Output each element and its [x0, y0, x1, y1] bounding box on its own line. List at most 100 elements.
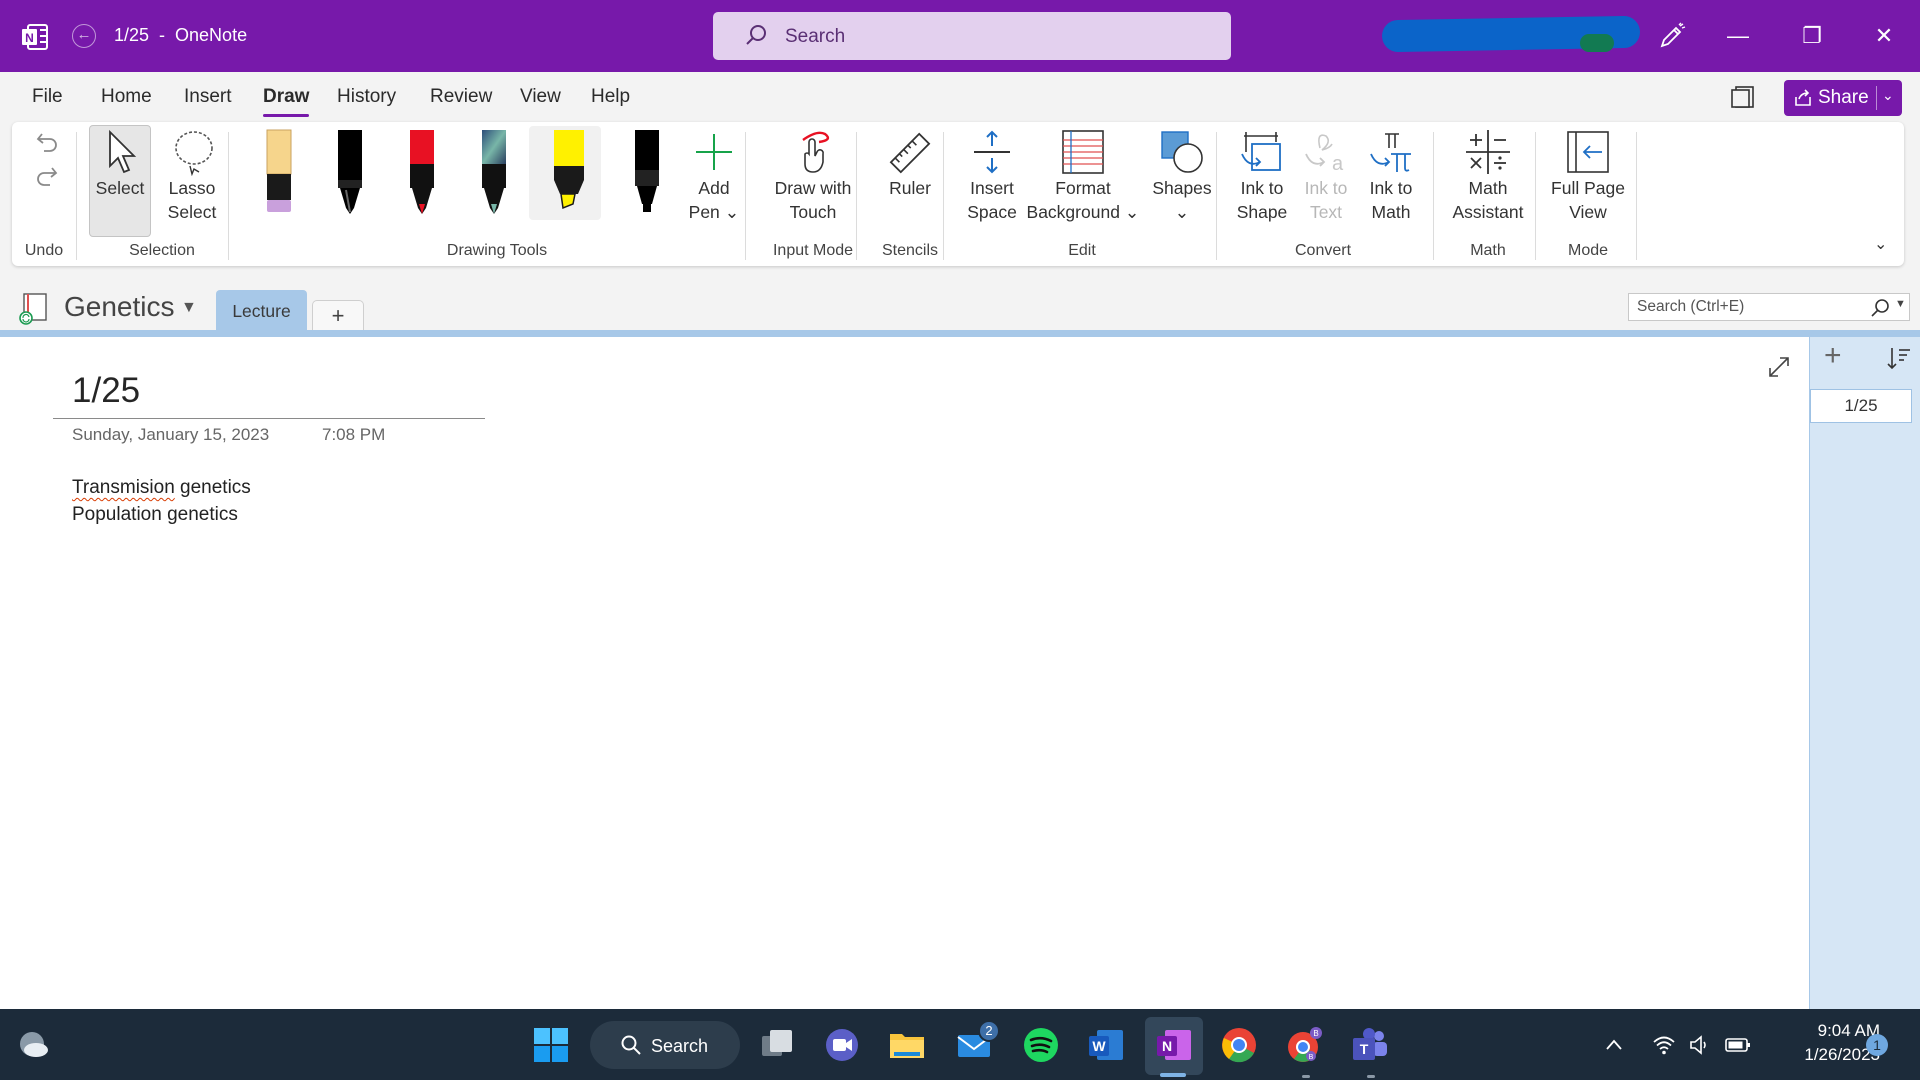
note-line-2[interactable]: Population genetics	[72, 504, 238, 526]
add-page-button[interactable]: +	[1824, 341, 1842, 371]
black-pen-icon[interactable]	[332, 128, 368, 218]
full-page-view-icon	[1567, 131, 1609, 173]
ribbon-divider	[76, 132, 77, 260]
ink-to-shape-label-line1: Ink to	[1240, 178, 1284, 198]
tab-home[interactable]: Home	[101, 86, 152, 108]
search-icon[interactable]	[1869, 297, 1891, 319]
format-background-button[interactable]: Format Background ⌄	[1024, 128, 1142, 224]
weather-widget-icon[interactable]	[14, 1026, 52, 1064]
notebook-name[interactable]: Genetics	[64, 291, 175, 323]
share-chevron-down-icon[interactable]: ⌄	[1882, 87, 1894, 104]
ink-to-math-button[interactable]: Ink to Math	[1357, 128, 1425, 224]
svg-text:W: W	[1092, 1038, 1106, 1054]
task-view-icon[interactable]	[758, 1026, 796, 1064]
group-label-mode: Mode	[1567, 242, 1609, 259]
select-label: Select	[95, 178, 145, 198]
clock-date[interactable]: 1/26/2023	[1770, 1045, 1880, 1065]
page-time: 7:08 PM	[322, 425, 386, 444]
pale-yellow-highlighter-icon[interactable]	[259, 128, 295, 218]
minimize-button[interactable]: —	[1720, 18, 1756, 54]
page-title[interactable]: 1/25	[72, 371, 140, 411]
tab-draw[interactable]: Draw	[263, 86, 310, 117]
insert-space-icon	[974, 130, 1010, 174]
ribbon-divider	[1433, 132, 1434, 260]
coauthoring-pen-icon[interactable]	[1658, 22, 1686, 50]
tab-history[interactable]: History	[337, 86, 396, 108]
onenote-taskbar-icon[interactable]: N	[1155, 1026, 1193, 1064]
word-icon[interactable]: W	[1087, 1026, 1125, 1064]
taskbar-search[interactable]: Search	[590, 1021, 740, 1069]
share-button[interactable]: Share ⌄	[1784, 80, 1902, 116]
windows-start-icon[interactable]	[532, 1026, 570, 1064]
ribbon-area: Undo Select Lasso Select Selection Add P…	[0, 122, 1920, 270]
redo-icon[interactable]	[34, 162, 60, 188]
wifi-icon[interactable]	[1652, 1033, 1676, 1057]
add-section-button[interactable]: +	[312, 300, 364, 332]
ruler-label: Ruler	[889, 178, 931, 198]
undo-icon[interactable]	[34, 128, 60, 154]
lasso-select-button[interactable]: Lasso Select	[157, 128, 227, 224]
ink-to-shape-button[interactable]: Ink to Shape	[1228, 128, 1296, 224]
insert-space-label-line2: Space	[967, 202, 1017, 222]
svg-text:T: T	[1360, 1041, 1369, 1057]
galaxy-pen-icon[interactable]	[476, 128, 512, 218]
ruler-button[interactable]: Ruler	[872, 128, 948, 200]
yellow-highlighter-icon[interactable]	[548, 128, 590, 218]
chevron-up-icon[interactable]	[1604, 1035, 1624, 1055]
full-page-view-button[interactable]: Full Page View	[1540, 128, 1636, 224]
red-pen-icon[interactable]	[404, 128, 440, 218]
select-button[interactable]: Select	[89, 128, 151, 200]
expand-icon[interactable]	[1766, 354, 1792, 380]
ink-to-math-label-line2: Math	[1371, 202, 1411, 222]
chrome-profile-icon[interactable]: B B	[1286, 1026, 1324, 1064]
restore-button[interactable]: ❐	[1794, 18, 1830, 54]
math-assistant-button[interactable]: Math Assistant	[1444, 128, 1532, 224]
tab-file[interactable]: File	[32, 86, 63, 108]
notification-count-badge[interactable]: 1	[1866, 1034, 1888, 1056]
sticky-notes-icon[interactable]	[1730, 84, 1756, 110]
account-avatar[interactable]	[1580, 34, 1614, 52]
page-date: Sunday, January 15, 2023	[72, 425, 270, 444]
note-line-1[interactable]: Transmision genetics	[72, 477, 251, 499]
add-pen-button[interactable]: Add Pen ⌄	[676, 128, 752, 224]
close-button[interactable]: ✕	[1866, 18, 1902, 54]
math-operators-icon	[1466, 130, 1510, 174]
teams-icon[interactable]: T	[1351, 1026, 1389, 1064]
add-pen-label-line2: Pen ⌄	[688, 202, 740, 222]
sort-pages-icon[interactable]	[1886, 345, 1912, 371]
file-explorer-icon[interactable]	[888, 1026, 926, 1064]
tab-review[interactable]: Review	[430, 86, 492, 108]
ribbon-collapse-chevron-icon[interactable]: ⌄	[1874, 234, 1887, 254]
notebook-chevron-down-icon[interactable]: ▼	[181, 299, 197, 317]
title-search-box[interactable]: Search	[713, 12, 1231, 60]
draw-with-touch-button[interactable]: Draw with Touch	[758, 128, 868, 224]
tab-view[interactable]: View	[520, 86, 561, 108]
volume-icon[interactable]	[1688, 1033, 1712, 1057]
svg-text:B: B	[1309, 1054, 1314, 1061]
page-search-box[interactable]: Search (Ctrl+E) ▼	[1628, 293, 1910, 321]
draw-touch-label-line2: Touch	[789, 202, 837, 222]
tab-insert[interactable]: Insert	[184, 86, 232, 108]
black-marker-icon[interactable]	[629, 128, 665, 218]
tab-help[interactable]: Help	[591, 86, 630, 108]
ribbon-divider	[745, 132, 746, 260]
battery-icon[interactable]	[1724, 1033, 1752, 1057]
running-indicator	[1302, 1075, 1310, 1078]
group-label-convert: Convert	[1294, 242, 1352, 259]
search-scope-chevron-down-icon[interactable]: ▼	[1895, 298, 1906, 310]
page-search-placeholder: Search (Ctrl+E)	[1637, 298, 1745, 315]
insert-space-button[interactable]: Insert Space	[956, 128, 1028, 224]
ink-to-text-button[interactable]: a Ink to Text	[1292, 128, 1360, 224]
clock-time[interactable]: 9:04 AM	[1770, 1021, 1880, 1041]
notebook-sync-icon[interactable]	[18, 292, 52, 326]
spotify-icon[interactable]	[1022, 1026, 1060, 1064]
svg-text:B: B	[1313, 1029, 1318, 1038]
back-button[interactable]: ←	[72, 24, 96, 48]
shapes-button[interactable]: Shapes ⌄	[1142, 128, 1222, 224]
chrome-icon[interactable]	[1220, 1026, 1258, 1064]
teams-chat-icon[interactable]	[823, 1026, 861, 1064]
page-canvas[interactable]: 1/25 Sunday, January 15, 2023 7:08 PM Tr…	[0, 337, 1809, 1009]
misspelled-word[interactable]: Transmision	[72, 477, 175, 498]
section-tab-lecture[interactable]: Lecture	[216, 290, 307, 332]
page-list-item[interactable]: 1/25	[1810, 389, 1912, 423]
